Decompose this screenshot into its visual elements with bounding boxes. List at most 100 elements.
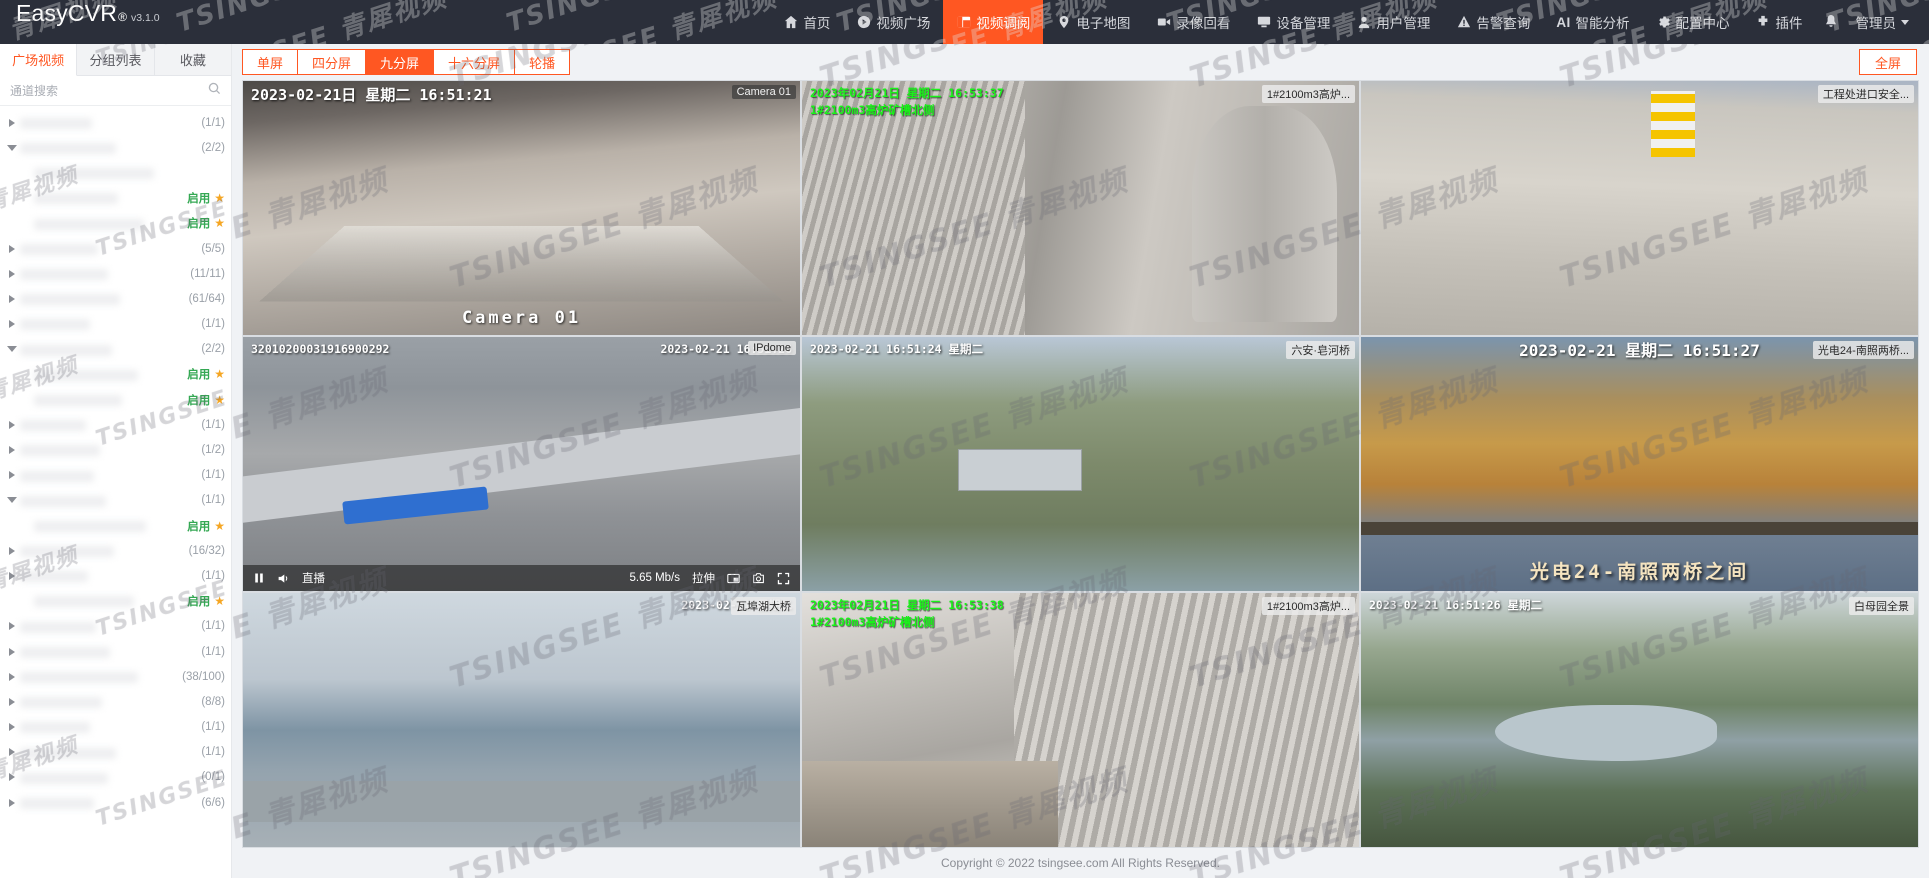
- tree-node[interactable]: (1/1): [0, 740, 231, 765]
- search-input[interactable]: [10, 84, 208, 98]
- nav-item-device-management[interactable]: 设备管理: [1243, 0, 1343, 44]
- chevron-right-icon[interactable]: [4, 572, 20, 580]
- app-logo[interactable]: EasyCVR® v3.1.0: [0, 0, 300, 44]
- tree-node[interactable]: 启用★: [0, 362, 231, 387]
- tree-node[interactable]: (1/1): [0, 463, 231, 488]
- chevron-right-icon[interactable]: [4, 799, 20, 807]
- nav-item-video-square[interactable]: 视频广场: [843, 0, 943, 44]
- nav-item-electronic-map[interactable]: 电子地图: [1043, 0, 1143, 44]
- tree-node[interactable]: (1/1): [0, 563, 231, 588]
- nav-item-home[interactable]: 首页: [770, 0, 843, 44]
- favorite-star-icon[interactable]: ★: [214, 191, 225, 205]
- chevron-right-icon[interactable]: [4, 119, 20, 127]
- tree-node[interactable]: (16/32): [0, 538, 231, 563]
- tree-node[interactable]: (2/2): [0, 337, 231, 362]
- tree-node[interactable]: (6/6): [0, 790, 231, 815]
- video-cell[interactable]: 320102000319169002922023-02-21 16:51:26I…: [243, 337, 800, 591]
- layout-btn-sixteen[interactable]: 十六分屏: [433, 49, 514, 75]
- chevron-down-icon[interactable]: [4, 145, 20, 151]
- pause-icon[interactable]: [253, 572, 265, 584]
- chevron-right-icon[interactable]: [4, 547, 20, 555]
- tree-node[interactable]: 启用★: [0, 211, 231, 236]
- nav-item-video-review[interactable]: 视频调阅: [943, 0, 1043, 44]
- video-cell[interactable]: 2023-02-21 星期二瓦埠湖大桥: [243, 593, 800, 847]
- fullscreen-button[interactable]: 全屏: [1859, 49, 1917, 75]
- chevron-right-icon[interactable]: [4, 320, 20, 328]
- live-label[interactable]: 直播: [302, 570, 325, 586]
- search-icon[interactable]: [208, 82, 221, 100]
- favorite-star-icon[interactable]: ★: [214, 216, 225, 230]
- video-cell[interactable]: 2023-02-21日 星期二 16:51:21Camera 01Camera …: [243, 81, 800, 335]
- video-cell[interactable]: 2023-02-21 16:51:24 星期二六安·皂河桥: [802, 337, 1359, 591]
- sidebar-tab-favorites[interactable]: 收藏: [155, 44, 231, 75]
- tree-node[interactable]: [0, 160, 231, 185]
- tree-node[interactable]: (2/2): [0, 135, 231, 160]
- pip-icon[interactable]: [727, 572, 740, 585]
- nav-item-alarm-query[interactable]: 告警查询: [1443, 0, 1543, 44]
- chevron-right-icon[interactable]: [4, 471, 20, 479]
- favorite-star-icon[interactable]: ★: [214, 393, 225, 407]
- tree-node[interactable]: (1/1): [0, 412, 231, 437]
- chevron-right-icon[interactable]: [4, 723, 20, 731]
- tree-node[interactable]: 启用★: [0, 513, 231, 538]
- layout-btn-single[interactable]: 单屏: [242, 49, 297, 75]
- layout-btn-four[interactable]: 四分屏: [297, 49, 365, 75]
- sidebar-tab-group-list[interactable]: 分组列表: [77, 44, 154, 75]
- chevron-right-icon[interactable]: [4, 673, 20, 681]
- layout-btn-nine[interactable]: 九分屏: [365, 49, 433, 75]
- chevron-right-icon[interactable]: [4, 698, 20, 706]
- tree-node[interactable]: (0/1): [0, 765, 231, 790]
- tree-node[interactable]: (1/1): [0, 110, 231, 135]
- chevron-right-icon[interactable]: [4, 648, 20, 656]
- bell-icon[interactable]: [1816, 0, 1846, 44]
- expand-icon[interactable]: [777, 572, 790, 585]
- tree-node[interactable]: (1/1): [0, 715, 231, 740]
- video-cell[interactable]: 2023年02月21日 星期二 16:53:381#2100m3高炉矿槽北侧1#…: [802, 593, 1359, 847]
- chevron-right-icon[interactable]: [4, 421, 20, 429]
- tree-node[interactable]: (5/5): [0, 236, 231, 261]
- chevron-down-icon[interactable]: [4, 497, 20, 503]
- volume-icon[interactable]: [277, 572, 290, 585]
- tree-node[interactable]: (8/8): [0, 689, 231, 714]
- favorite-star-icon[interactable]: ★: [214, 519, 225, 533]
- chevron-right-icon[interactable]: [4, 773, 20, 781]
- video-cell[interactable]: 工程处进口安全...工程处进口安全...: [1361, 81, 1918, 335]
- tree-node[interactable]: 启用★: [0, 589, 231, 614]
- tree-node-count: (1/1): [201, 746, 231, 758]
- chevron-right-icon[interactable]: [4, 270, 20, 278]
- layout-btn-carousel[interactable]: 轮播: [514, 49, 570, 75]
- camera-icon[interactable]: [752, 572, 765, 585]
- tree-node[interactable]: (61/64): [0, 286, 231, 311]
- nav-item-playback[interactable]: 录像回看: [1143, 0, 1243, 44]
- tree-node[interactable]: (1/1): [0, 614, 231, 639]
- osd-bottom-label: 光电24-南照两桥之间: [1530, 561, 1749, 585]
- chevron-right-icon[interactable]: [4, 748, 20, 756]
- chevron-right-icon[interactable]: [4, 622, 20, 630]
- tree-node[interactable]: (1/2): [0, 437, 231, 462]
- nav-item-ai-analysis[interactable]: AI 智能分析: [1543, 0, 1642, 44]
- tree-node[interactable]: (1/1): [0, 312, 231, 337]
- sidebar-tab-square-video[interactable]: 广场视频: [0, 44, 77, 76]
- tree-node[interactable]: 启用★: [0, 387, 231, 412]
- nav-item-plugin[interactable]: 插件: [1743, 0, 1816, 44]
- video-cell[interactable]: 2023-02-21 16:51:26 星期二白母园全景: [1361, 593, 1918, 847]
- nav-item-config-center[interactable]: 配置中心: [1643, 0, 1743, 44]
- chevron-right-icon[interactable]: [4, 295, 20, 303]
- tree-node[interactable]: (38/100): [0, 664, 231, 689]
- tree-node[interactable]: 启用★: [0, 186, 231, 211]
- favorite-star-icon[interactable]: ★: [214, 594, 225, 608]
- tree-node[interactable]: (1/1): [0, 639, 231, 664]
- chevron-right-icon[interactable]: [4, 446, 20, 454]
- tree-node[interactable]: (1/1): [0, 488, 231, 513]
- tree-node-label: [20, 292, 189, 306]
- nav-item-user-management[interactable]: 用户管理: [1343, 0, 1443, 44]
- watermark-text: TSINGSEE 青犀视频: [1923, 555, 1929, 696]
- video-cell[interactable]: 2023-02-21 星期二 16:51:27光电24-南照两桥之间光电24-南…: [1361, 337, 1918, 591]
- favorite-star-icon[interactable]: ★: [214, 367, 225, 381]
- video-cell[interactable]: 2023年02月21日 星期二 16:53:371#2100m3高炉矿槽北侧1#…: [802, 81, 1359, 335]
- chevron-right-icon[interactable]: [4, 245, 20, 253]
- chevron-down-icon[interactable]: [4, 346, 20, 352]
- user-menu[interactable]: 管理员: [1850, 12, 1916, 32]
- tree-node[interactable]: (11/11): [0, 261, 231, 286]
- stretch-label[interactable]: 拉伸: [692, 570, 715, 586]
